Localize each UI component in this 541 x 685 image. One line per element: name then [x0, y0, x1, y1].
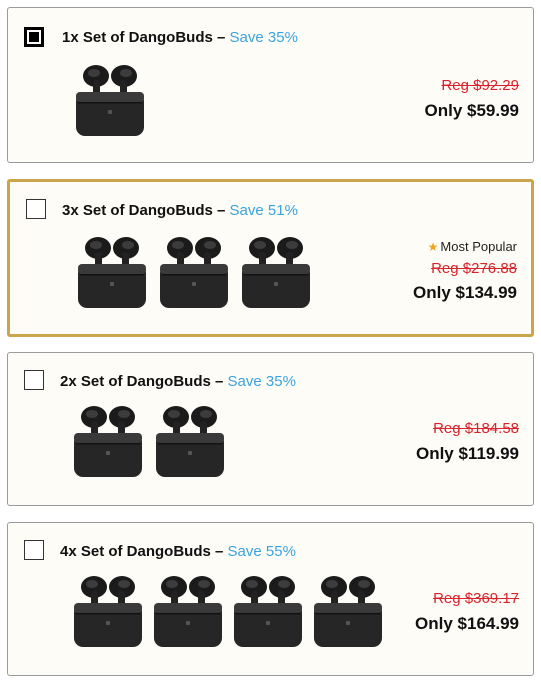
title-dash: – — [215, 373, 224, 390]
earbuds-case-image — [160, 237, 228, 308]
offer-title: 2x Set of DangoBuds – Save 35% — [60, 373, 296, 390]
sale-price: Only $119.99 — [415, 444, 519, 463]
offer-title-text: 1x Set of DangoBuds — [62, 29, 213, 46]
regular-price: Reg $92.29 — [441, 77, 519, 94]
offer-title: 4x Set of DangoBuds – Save 55% — [60, 543, 296, 560]
regular-price: Reg $276.88 — [431, 260, 517, 277]
earbuds-case-image — [156, 406, 224, 477]
save-percent: Save 55% — [227, 543, 296, 560]
product-images — [70, 399, 228, 479]
offer-title-text: 2x Set of DangoBuds — [60, 373, 211, 390]
most-popular-badge: ★ Most Popular — [428, 239, 517, 254]
star-icon: ★ — [427, 240, 439, 254]
offer-title: 1x Set of DangoBuds – Save 35% — [62, 29, 298, 46]
regular-price: Reg $184.58 — [433, 420, 519, 437]
earbuds-case-image — [234, 576, 302, 647]
earbuds-case-image — [74, 576, 142, 647]
earbuds-case-image — [76, 65, 144, 136]
offer-checkbox-4x[interactable] — [24, 540, 44, 560]
offer-card-1x[interactable]: 1x Set of DangoBuds – Save 35% Reg $92.2… — [7, 7, 534, 163]
title-dash: – — [217, 29, 226, 46]
product-images — [74, 230, 314, 310]
title-dash: – — [215, 543, 224, 560]
earbuds-case-image — [74, 406, 142, 477]
offer-title-text: 3x Set of DangoBuds — [62, 202, 213, 219]
regular-price: Reg $369.17 — [433, 590, 519, 607]
save-percent: Save 35% — [229, 29, 298, 46]
sale-price: Only $134.99 — [413, 283, 517, 302]
offer-checkbox-2x[interactable] — [24, 370, 44, 390]
earbuds-case-image — [314, 576, 382, 647]
badge-label: Most Popular — [440, 239, 517, 254]
offer-card-2x[interactable]: 2x Set of DangoBuds – Save 35% Reg $184.… — [7, 352, 534, 506]
earbuds-case-image — [242, 237, 310, 308]
offer-checkbox-3x[interactable] — [26, 199, 46, 219]
save-percent: Save 51% — [229, 202, 298, 219]
save-percent: Save 35% — [227, 373, 296, 390]
offer-card-3x[interactable]: 3x Set of DangoBuds – Save 51% ★ Most Pop… — [7, 179, 534, 337]
offer-checkbox-1x[interactable] — [24, 27, 44, 47]
offer-title-text: 4x Set of DangoBuds — [60, 543, 211, 560]
offer-card-4x[interactable]: 4x Set of DangoBuds – Save 55% Reg $369.… — [7, 522, 534, 676]
sale-price: Only $164.99 — [415, 614, 519, 633]
product-images — [70, 569, 386, 649]
earbuds-case-image — [154, 576, 222, 647]
offer-title: 3x Set of DangoBuds – Save 51% — [62, 202, 298, 219]
sale-price: Only $59.99 — [424, 101, 519, 120]
product-images — [72, 58, 148, 138]
earbuds-case-image — [78, 237, 146, 308]
title-dash: – — [217, 202, 226, 219]
